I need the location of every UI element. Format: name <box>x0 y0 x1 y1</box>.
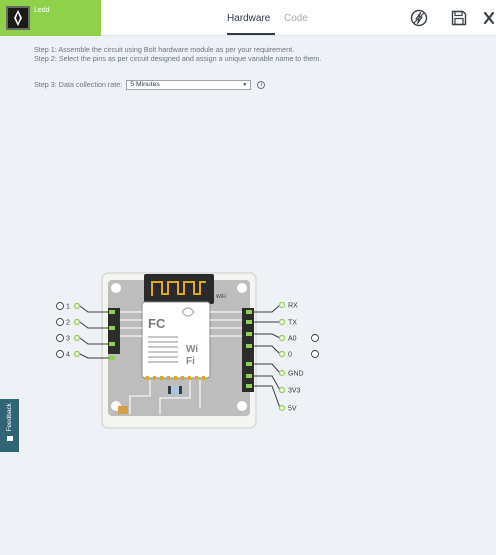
right-pin-a0[interactable]: A0 <box>278 334 319 343</box>
project-brand[interactable]: Ledd <box>0 0 101 36</box>
close-icon <box>483 11 495 25</box>
step-2-text: Step 2: Select the pins as per circuit d… <box>34 53 322 63</box>
svg-text:FC: FC <box>148 316 166 331</box>
data-rate-row: Step 3: Data collection rate: 5 Minutes … <box>34 79 266 90</box>
save-icon <box>451 10 467 26</box>
tab-hardware[interactable]: Hardware <box>227 13 270 24</box>
left-pin-4[interactable]: 4 <box>56 350 81 359</box>
right-pin-label: 3V3 <box>288 388 301 395</box>
step-3-label: Step 3: Data collection rate: <box>34 80 123 89</box>
right-pin-label: GND <box>288 371 304 378</box>
info-icon[interactable]: i <box>257 80 266 89</box>
close-button[interactable] <box>482 8 496 28</box>
right-pin-rx[interactable]: RX <box>278 301 299 310</box>
right-pin-label: 0 <box>288 352 292 359</box>
right-pin-label: 5V <box>288 406 297 413</box>
left-pin-label: 3 <box>66 336 70 343</box>
svg-text:Wi: Wi <box>186 344 198 355</box>
mounting-hole <box>111 283 121 293</box>
top-bar: Ledd Hardware Code <box>0 0 496 36</box>
mounting-hole <box>237 401 247 411</box>
save-button[interactable] <box>449 8 469 28</box>
right-pin-5v[interactable]: 5V <box>278 404 297 413</box>
chevron-down-icon: ▼ <box>242 81 248 88</box>
feedback-label: Feedback <box>6 403 13 432</box>
data-rate-select[interactable]: 5 Minutes ▼ <box>126 79 252 90</box>
left-pin-header <box>108 308 120 354</box>
right-pin-0[interactable]: 0 <box>278 350 319 359</box>
left-pin-1[interactable]: 1 <box>56 302 81 311</box>
svg-text:Fi: Fi <box>186 356 195 367</box>
right-pin-label: A0 <box>288 336 297 343</box>
project-name: Ledd <box>34 7 50 14</box>
left-pin-label: 1 <box>66 304 70 311</box>
right-pin-label: RX <box>288 303 298 310</box>
active-tab-indicator <box>227 33 275 35</box>
project-logo-icon <box>6 6 30 30</box>
right-pin-gnd[interactable]: GND <box>278 369 304 378</box>
bolt-board-diagram: WiFi FC Wi Fi 1 2 3 4 RX TX A0 0 GND 3V3… <box>56 272 319 429</box>
left-pin-label: 2 <box>66 320 70 327</box>
right-pin-3v3[interactable]: 3V3 <box>278 386 301 395</box>
feedback-icon <box>6 435 13 441</box>
capacitor-component <box>118 406 128 414</box>
data-rate-value: 5 Minutes <box>130 80 160 88</box>
mounting-hole <box>237 283 247 293</box>
feedback-tab[interactable]: Feedback <box>0 399 19 452</box>
left-pin-2[interactable]: 2 <box>56 318 81 327</box>
instructions: Step 1: Assemble the circuit using Bolt … <box>34 45 354 63</box>
deploy-icon <box>410 9 428 27</box>
left-pin-label: 4 <box>66 352 70 359</box>
wifi-module <box>141 301 211 379</box>
tab-code[interactable]: Code <box>284 13 308 24</box>
wifi-label: WiFi <box>216 294 226 300</box>
right-pin-label: TX <box>288 320 297 327</box>
deploy-button[interactable] <box>409 8 429 28</box>
left-pin-3[interactable]: 3 <box>56 334 81 343</box>
right-pin-tx[interactable]: TX <box>278 318 298 327</box>
